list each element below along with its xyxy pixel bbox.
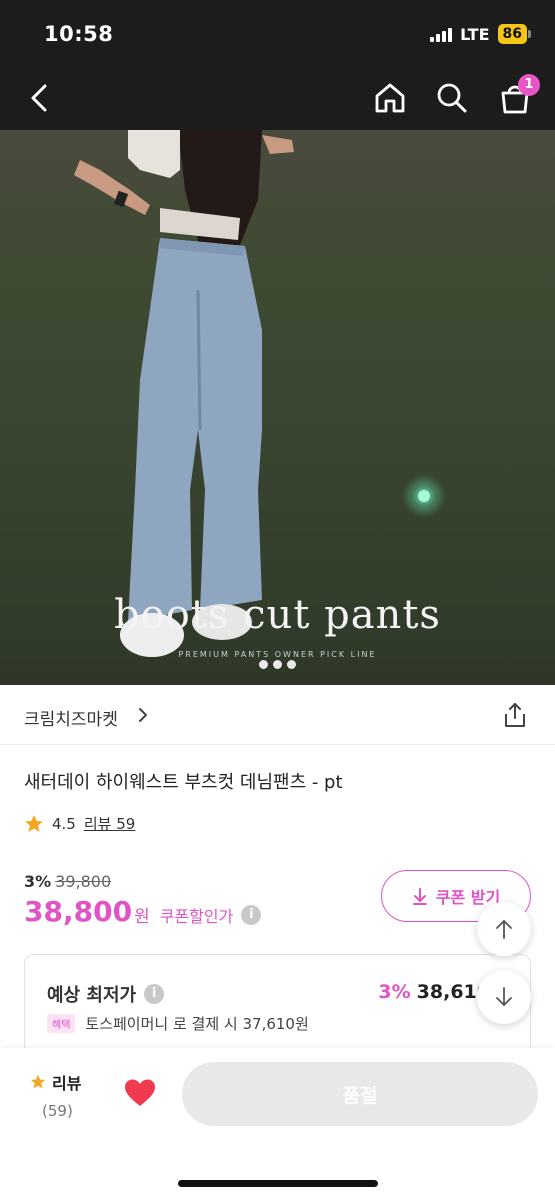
carousel-dot[interactable] — [259, 660, 268, 669]
rating-row: 4.5 리뷰 59 — [24, 813, 135, 834]
soldout-button[interactable]: 품절 — [182, 1062, 538, 1126]
info-icon[interactable]: i — [241, 904, 262, 925]
back-icon[interactable] — [24, 80, 54, 116]
battery-level: 86 — [497, 24, 527, 44]
search-icon[interactable] — [434, 80, 470, 116]
download-icon — [412, 888, 427, 905]
cart-badge: 1 — [518, 74, 540, 96]
chevron-right-icon[interactable] — [136, 707, 150, 723]
share-icon[interactable] — [502, 701, 528, 729]
discount-rate: 3% — [24, 872, 52, 891]
lowest-discount-rate: 3% — [378, 981, 411, 1003]
arrow-up-icon — [496, 920, 512, 939]
benefit-tag: 혜택 — [47, 1014, 76, 1033]
status-time: 10:58 — [44, 22, 114, 46]
hero-subcaption: PREMIUM PANTS OWNER PICK LINE — [178, 650, 377, 659]
benefit-row: 혜택 토스페이머니 로 결제 시 37,610원 — [47, 1013, 309, 1034]
star-icon — [30, 1074, 46, 1089]
signal-icon — [430, 26, 453, 42]
current-price: 38,800 — [24, 895, 133, 928]
bottom-review[interactable]: 리뷰 (59) — [30, 1070, 81, 1120]
benefit-text: 토스페이머니 로 결제 시 37,610원 — [85, 1015, 309, 1033]
price-block: 3% 39,800 38,800 원 쿠폰할인가 i — [24, 872, 262, 928]
carousel-indicator — [0, 660, 555, 669]
price-line: 38,800 원 쿠폰할인가 i — [24, 895, 262, 928]
home-icon[interactable] — [372, 80, 408, 116]
network-type: LTE — [460, 24, 490, 44]
lowest-price-label: 예상 최저가 i — [47, 981, 165, 1007]
home-indicator[interactable] — [178, 1180, 378, 1187]
info-icon[interactable]: i — [144, 984, 165, 1004]
cart-button[interactable]: 1 — [496, 74, 540, 116]
carousel-dot[interactable] — [273, 660, 282, 669]
bottom-review-label: 리뷰 — [52, 1074, 82, 1093]
store-name[interactable]: 크림치즈마켓 — [24, 705, 118, 730]
product-image[interactable]: boots cut pants PREMIUM PANTS OWNER PICK… — [0, 130, 555, 685]
store-row: 크림치즈마켓 — [0, 685, 555, 745]
hero-caption: boots cut pants — [114, 592, 441, 638]
battery-icon: 86 — [497, 24, 531, 44]
bottom-action-bar: 리뷰 (59) 품절 — [0, 1048, 555, 1200]
scroll-top-button[interactable] — [477, 902, 531, 956]
review-link[interactable]: 리뷰 59 — [84, 813, 135, 834]
currency-label: 원 — [134, 907, 150, 927]
coupon-price-label: 쿠폰할인가 — [159, 906, 234, 926]
bottom-review-header: 리뷰 — [30, 1070, 81, 1094]
heart-icon[interactable] — [124, 1078, 156, 1108]
carousel-dot[interactable] — [287, 660, 296, 669]
discount-line: 3% 39,800 — [24, 872, 261, 891]
product-title: 새터데이 하이웨스트 부츠컷 데님팬츠 - pt — [24, 772, 343, 793]
original-price: 39,800 — [55, 872, 112, 891]
arrow-down-icon — [496, 987, 512, 1006]
rating-value: 4.5 — [52, 814, 76, 833]
top-bar: 10:58 LTE 86 1 — [0, 0, 555, 130]
scroll-bottom-button[interactable] — [477, 970, 531, 1024]
status-indicators: LTE 86 — [430, 24, 531, 44]
lowest-price-value: 3% 38,610 — [378, 981, 490, 1003]
lowest-price-title: 예상 최저가 — [47, 985, 137, 1006]
star-icon — [25, 814, 43, 832]
bottom-review-count: (59) — [42, 1102, 73, 1120]
